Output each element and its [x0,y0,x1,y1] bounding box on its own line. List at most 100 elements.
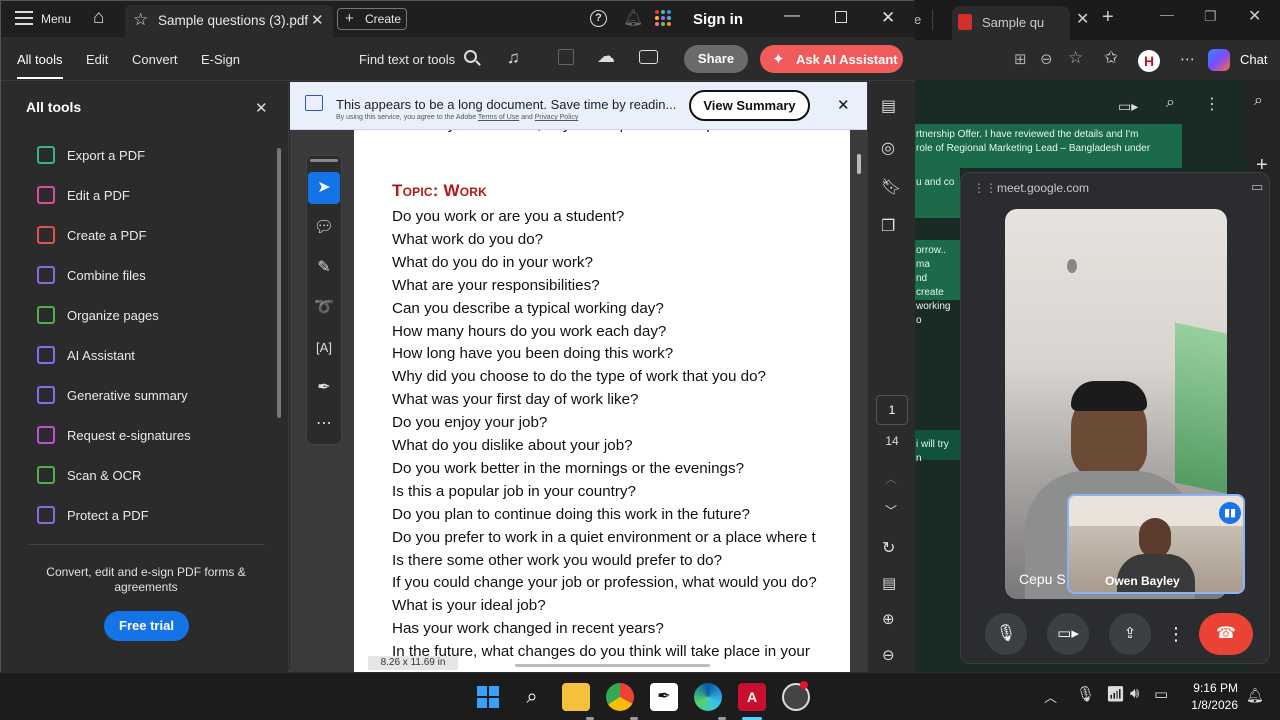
chat-button[interactable]: Chat [1240,52,1267,67]
prev-page-icon[interactable]: ︿ [885,470,897,487]
zoom-out-icon[interactable]: ⊖ [1040,50,1053,68]
meet-picture-in-picture[interactable]: ⋮⋮ meet.google.com ▭ Cepu S ▮▮ Owen Bayl… [960,172,1270,664]
chrome-icon[interactable] [606,683,634,711]
mic-button[interactable]: 🎙 [985,613,1027,655]
zoom-out-icon[interactable]: ⊖ [882,646,895,664]
free-trial-button[interactable]: Free trial [104,611,189,641]
create-button[interactable]: + Create [337,8,407,30]
view-summary-button[interactable]: View Summary [689,90,810,121]
comment-tool-icon[interactable]: 💬︎ [308,212,340,244]
tool-item[interactable]: Scan & OCR [37,455,267,495]
drag-handle[interactable] [310,159,338,162]
apps-icon[interactable]: ⊞ [1014,50,1027,68]
clock[interactable]: 9:16 PM 1/8/2026 [1180,681,1238,712]
share-button[interactable]: Share [684,45,748,73]
bookmarks-icon[interactable]: 🔖︎ [881,177,901,197]
document-tab[interactable]: ☆ Sample questions (3).pdf ✕ [125,5,333,37]
draw-tool-icon[interactable]: ➰ [308,292,340,324]
home-icon[interactable]: ⌂ [93,7,104,29]
acrobat-taskbar-icon[interactable]: A [738,683,766,711]
tool-item[interactable]: Request e-signatures [37,415,267,455]
sign-in-button[interactable]: Sign in [693,11,743,28]
copilot-icon[interactable] [1208,49,1230,71]
more-tools-icon[interactable]: ⋯ [308,412,340,440]
close-tab-icon[interactable]: ✕ [311,11,324,29]
highlight-tool-icon[interactable]: ✎ [308,252,340,284]
page-number-input[interactable]: 1 [876,395,908,425]
more-menu-icon[interactable]: ⋯ [1180,50,1195,68]
tool-item[interactable]: Create a PDF [37,215,267,255]
tab-close-icon[interactable]: ✕ [1076,9,1089,29]
horizontal-scrollbar[interactable] [515,664,710,667]
star-icon[interactable]: ☆ [133,10,148,30]
start-button-icon[interactable] [474,683,502,711]
favorites-icon[interactable]: ✩ [1104,48,1118,68]
text-select-tool-icon[interactable]: [A] [308,332,340,364]
leave-call-button[interactable]: ☎ [1199,613,1253,655]
file-explorer-icon[interactable] [562,683,590,711]
notifications-icon[interactable]: 🔔︎ [1246,687,1264,704]
browser-tab-pdf[interactable]: Sample qu [952,6,1070,40]
minimize-icon[interactable]: — [784,7,800,25]
find-tools-label[interactable]: Find text or tools [359,52,455,67]
sidebar-search-icon[interactable]: ⌕ [1254,92,1263,110]
present-button[interactable]: ⇪ [1109,613,1151,655]
favorite-star-icon[interactable]: ☆ [1068,48,1083,68]
pen-app-icon[interactable]: ✒ [650,683,678,711]
search-taskbar-icon[interactable]: ⌕ [518,683,546,711]
next-page-icon[interactable]: ﹀ [885,502,897,519]
fill-sign-tool-icon[interactable]: ✒ [308,372,340,404]
apps-grid-icon[interactable] [655,10,671,26]
profile-h-icon[interactable]: H [1138,50,1160,72]
hamburger-icon[interactable] [15,11,33,25]
close-banner-icon[interactable]: ✕ [837,96,850,114]
ask-ai-button[interactable]: ✦ Ask AI Assistant [760,45,903,73]
kebab-menu-icon[interactable]: ⋮ [1204,94,1220,114]
new-tab-icon[interactable]: + [1102,6,1114,29]
close-window-icon[interactable]: ✕ [1248,6,1261,26]
back-to-tab-icon[interactable]: ▭ [1251,179,1263,195]
tool-item[interactable]: Generative summary [37,375,267,415]
zoom-in-icon[interactable]: ⊕ [882,610,895,628]
generative-summary-icon[interactable]: ▤ [881,96,896,116]
comments-icon[interactable]: ◎ [881,138,895,158]
menu-convert[interactable]: Convert [132,52,178,67]
search-icon[interactable]: ⌕ [1166,94,1175,112]
tool-item[interactable]: Organize pages [37,295,267,335]
volume-icon[interactable]: 🔊︎ [1130,685,1139,702]
menu-button[interactable]: Menu [41,12,71,26]
minimize-icon[interactable]: — [1160,6,1174,22]
save-icon[interactable] [558,49,574,65]
microphone-icon[interactable]: 🎙︎ [1076,685,1095,703]
terms-link[interactable]: Terms of Use [478,114,519,121]
notification-bell-icon[interactable]: 🔔︎ [623,8,643,28]
upload-cloud-icon[interactable]: ☁ [597,46,615,67]
menu-esign[interactable]: E-Sign [201,52,240,67]
self-video-tile[interactable]: ▮▮ Owen Bayley [1067,494,1245,594]
close-panel-icon[interactable]: ✕ [255,99,268,117]
tool-item[interactable]: Protect a PDF [37,495,267,535]
video-call-icon[interactable]: ▭▸ [1118,98,1138,115]
camera-button[interactable]: ▭▸ [1047,613,1089,655]
tab-fragment[interactable]: e [914,12,921,27]
tool-item[interactable]: Combine files [37,255,267,295]
document-viewer[interactable]: listen to your answers, or you can pract… [290,82,867,673]
print-icon[interactable] [639,50,658,64]
privacy-link[interactable]: Privacy Policy [535,114,579,121]
rotate-icon[interactable]: ↻ [882,538,895,558]
read-aloud-icon[interactable]: ♫ [507,48,520,68]
tool-item[interactable]: Export a PDF [37,135,267,175]
tool-item[interactable]: Edit a PDF [37,175,267,215]
restore-icon[interactable]: ❐ [1204,8,1217,25]
select-tool-icon[interactable]: ➤ [308,172,340,204]
show-hidden-icons-icon[interactable]: ︿ [1044,687,1057,706]
vertical-scrollbar[interactable] [857,154,861,174]
menu-edit[interactable]: Edit [86,52,108,67]
help-icon[interactable]: ? [590,10,607,27]
panel-scrollbar[interactable] [277,148,281,418]
maximize-icon[interactable] [835,11,847,23]
edge-icon[interactable] [694,683,722,711]
more-options-icon[interactable]: ⋮ [1167,613,1185,655]
battery-icon[interactable]: ▭ [1154,685,1168,703]
menu-all-tools[interactable]: All tools [17,52,63,67]
